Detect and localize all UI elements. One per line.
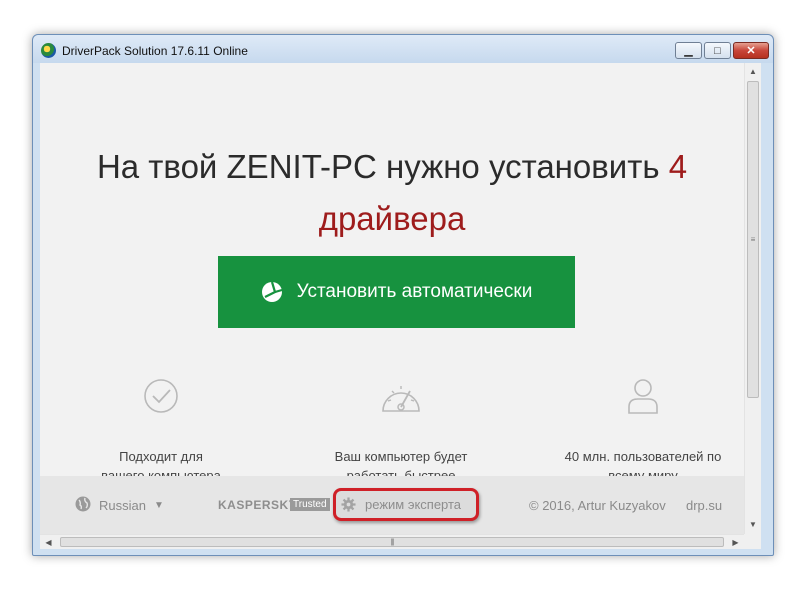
app-window: DriverPack Solution 17.6.11 Online ▁ □ ✕…	[32, 34, 774, 556]
expert-mode-label: режим эксперта	[365, 497, 462, 512]
install-automatically-button[interactable]: Установить автоматически	[218, 256, 575, 328]
gear-icon	[341, 497, 356, 512]
minimize-icon: ▁	[684, 45, 693, 57]
driverpack-app-icon	[41, 43, 56, 58]
expert-mode-button[interactable]: режим эксперта	[333, 488, 479, 521]
minimize-button[interactable]: ▁	[675, 42, 702, 59]
driverpack-logo-icon	[261, 281, 283, 303]
footer-bar: Russian ▼ KASPERSKY Trusted режим экспер…	[40, 476, 744, 534]
close-icon: ✕	[746, 45, 756, 57]
feature-text-line: 40 млн. пользователей по	[564, 449, 722, 464]
install-button-label: Установить автоматически	[296, 281, 533, 302]
driver-count: 4	[668, 148, 688, 185]
feature-compatible: Подходит для вашего компьютера	[66, 375, 256, 485]
copyright-text: © 2016, Artur Kuzyakov	[529, 498, 666, 513]
feature-faster: Ваш компьютер будет работать быстрее	[306, 375, 496, 485]
horizontal-scrollbar[interactable]: ◀ ||| ▶	[40, 534, 744, 549]
user-icon	[548, 375, 738, 417]
scrollbar-corner	[744, 534, 761, 549]
checkmark-circle-icon	[66, 375, 256, 417]
page-headline: На твой ZENIT-PC нужно установить 4 драй…	[40, 141, 744, 245]
maximize-button[interactable]: □	[704, 42, 731, 59]
feature-text-line: Ваш компьютер будет	[334, 449, 468, 464]
window-title: DriverPack Solution 17.6.11 Online	[62, 44, 248, 58]
language-selector[interactable]: Russian ▼	[75, 496, 164, 515]
trusted-badge: Trusted	[290, 498, 330, 511]
language-label: Russian	[99, 498, 146, 513]
feature-users: 40 млн. пользователей по всему миру	[548, 375, 738, 485]
feature-text-line: Подходит для	[119, 449, 203, 464]
main-content: На твой ZENIT-PC нужно установить 4 драй…	[40, 63, 744, 534]
vertical-scroll-thumb[interactable]: ≡	[747, 81, 759, 398]
scroll-up-arrow-icon[interactable]: ▲	[745, 63, 761, 80]
scroll-right-arrow-icon[interactable]: ▶	[727, 535, 744, 549]
scroll-left-arrow-icon[interactable]: ◀	[40, 535, 57, 549]
vertical-scrollbar[interactable]: ▲ ≡ ▼	[744, 63, 761, 534]
title-bar[interactable]: DriverPack Solution 17.6.11 Online ▁ □ ✕	[33, 35, 773, 63]
globe-icon	[75, 496, 91, 515]
speedometer-icon	[306, 375, 496, 417]
window-client-area: На твой ZENIT-PC нужно установить 4 драй…	[40, 63, 761, 549]
chevron-down-icon: ▼	[153, 500, 164, 511]
scroll-down-arrow-icon[interactable]: ▼	[745, 516, 761, 533]
maximize-icon: □	[714, 44, 721, 57]
site-link[interactable]: drp.su	[686, 498, 722, 513]
kaspersky-logo: KASPERSKY	[218, 498, 298, 512]
close-button[interactable]: ✕	[733, 42, 769, 59]
headline-text: На твой ZENIT-PC нужно установить	[96, 148, 669, 185]
horizontal-scroll-thumb[interactable]: |||	[60, 537, 724, 547]
headline-unit: драйвера	[318, 200, 466, 237]
